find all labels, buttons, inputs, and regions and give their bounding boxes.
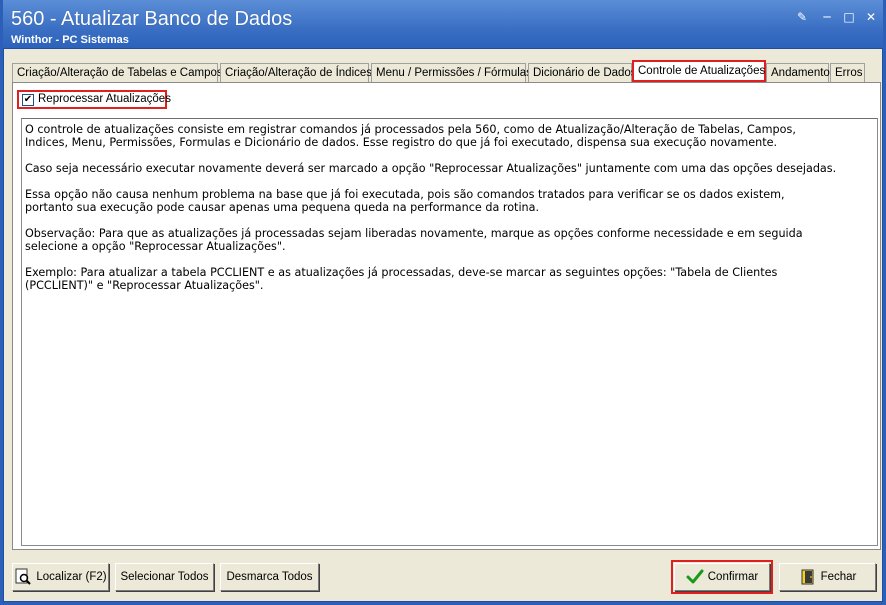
- confirmar-button[interactable]: Confirmar: [671, 560, 773, 594]
- confirmar-label: Confirmar: [707, 571, 759, 583]
- app-window: 560 - Atualizar Banco de Dados Winthor -…: [0, 0, 886, 605]
- tab-erros[interactable]: Erros: [830, 63, 865, 83]
- selecionar-todos-button[interactable]: Selecionar Todos: [115, 563, 214, 591]
- close-icon[interactable]: ✕: [864, 10, 878, 24]
- checkmark-icon: [686, 569, 704, 584]
- desmarca-todos-button[interactable]: Desmarca Todos: [220, 563, 319, 591]
- tab-andamento[interactable]: Andamento: [766, 63, 830, 83]
- exit-door-icon: [801, 569, 814, 585]
- tab-indices[interactable]: Criação/Alteração de Índices: [220, 63, 372, 83]
- window-title: 560 - Atualizar Banco de Dados: [11, 8, 293, 30]
- window-subtitle: Winthor - PC Sistemas: [11, 34, 129, 46]
- tab-panel: ✔ Reprocessar Atualizações O controle de…: [12, 82, 881, 550]
- title-bar[interactable]: 560 - Atualizar Banco de Dados Winthor -…: [3, 0, 883, 48]
- info-memo[interactable]: O controle de atualizações consiste em r…: [21, 118, 878, 546]
- tab-controle-atualizacoes[interactable]: Controle de Atualizações: [632, 60, 766, 82]
- maximize-icon[interactable]: □: [842, 10, 856, 24]
- checkbox-check-icon[interactable]: ✔: [22, 94, 34, 106]
- tab-menu-permissoes[interactable]: Menu / Permissões / Fórmulas: [371, 63, 532, 83]
- localizar-label: Localizar (F2): [36, 571, 107, 583]
- fechar-button[interactable]: Fechar: [779, 563, 876, 591]
- tab-dicionario[interactable]: Dicionário de Dados: [528, 63, 637, 83]
- memo-paragraph: O controle de atualizações consiste em r…: [25, 123, 796, 149]
- tab-tabelas-campos[interactable]: Criação/Alteração de Tabelas e Campos: [12, 63, 223, 83]
- search-doc-icon: [15, 568, 32, 585]
- localizar-button[interactable]: Localizar (F2): [12, 563, 109, 591]
- memo-paragraph: Caso seja necessário executar novamente …: [25, 162, 837, 175]
- memo-paragraph: Essa opção não causa nenhum problema na …: [25, 188, 785, 214]
- desmarca-todos-label: Desmarca Todos: [226, 571, 313, 583]
- checkbox-label: Reprocessar Atualizações: [38, 93, 171, 105]
- memo-paragraph: Exemplo: Para atualizar a tabela PCCLIEN…: [25, 266, 778, 292]
- fechar-label: Fechar: [820, 571, 857, 583]
- selecionar-todos-label: Selecionar Todos: [120, 571, 209, 583]
- client-area: Criação/Alteração de Tabelas e Campos Cr…: [3, 48, 883, 602]
- edit-icon[interactable]: ✎: [795, 10, 809, 24]
- memo-paragraph: Observação: Para que as atualizações já …: [25, 227, 803, 253]
- minimize-icon[interactable]: ─: [820, 10, 834, 24]
- reprocessar-checkbox[interactable]: ✔ Reprocessar Atualizações: [17, 90, 171, 109]
